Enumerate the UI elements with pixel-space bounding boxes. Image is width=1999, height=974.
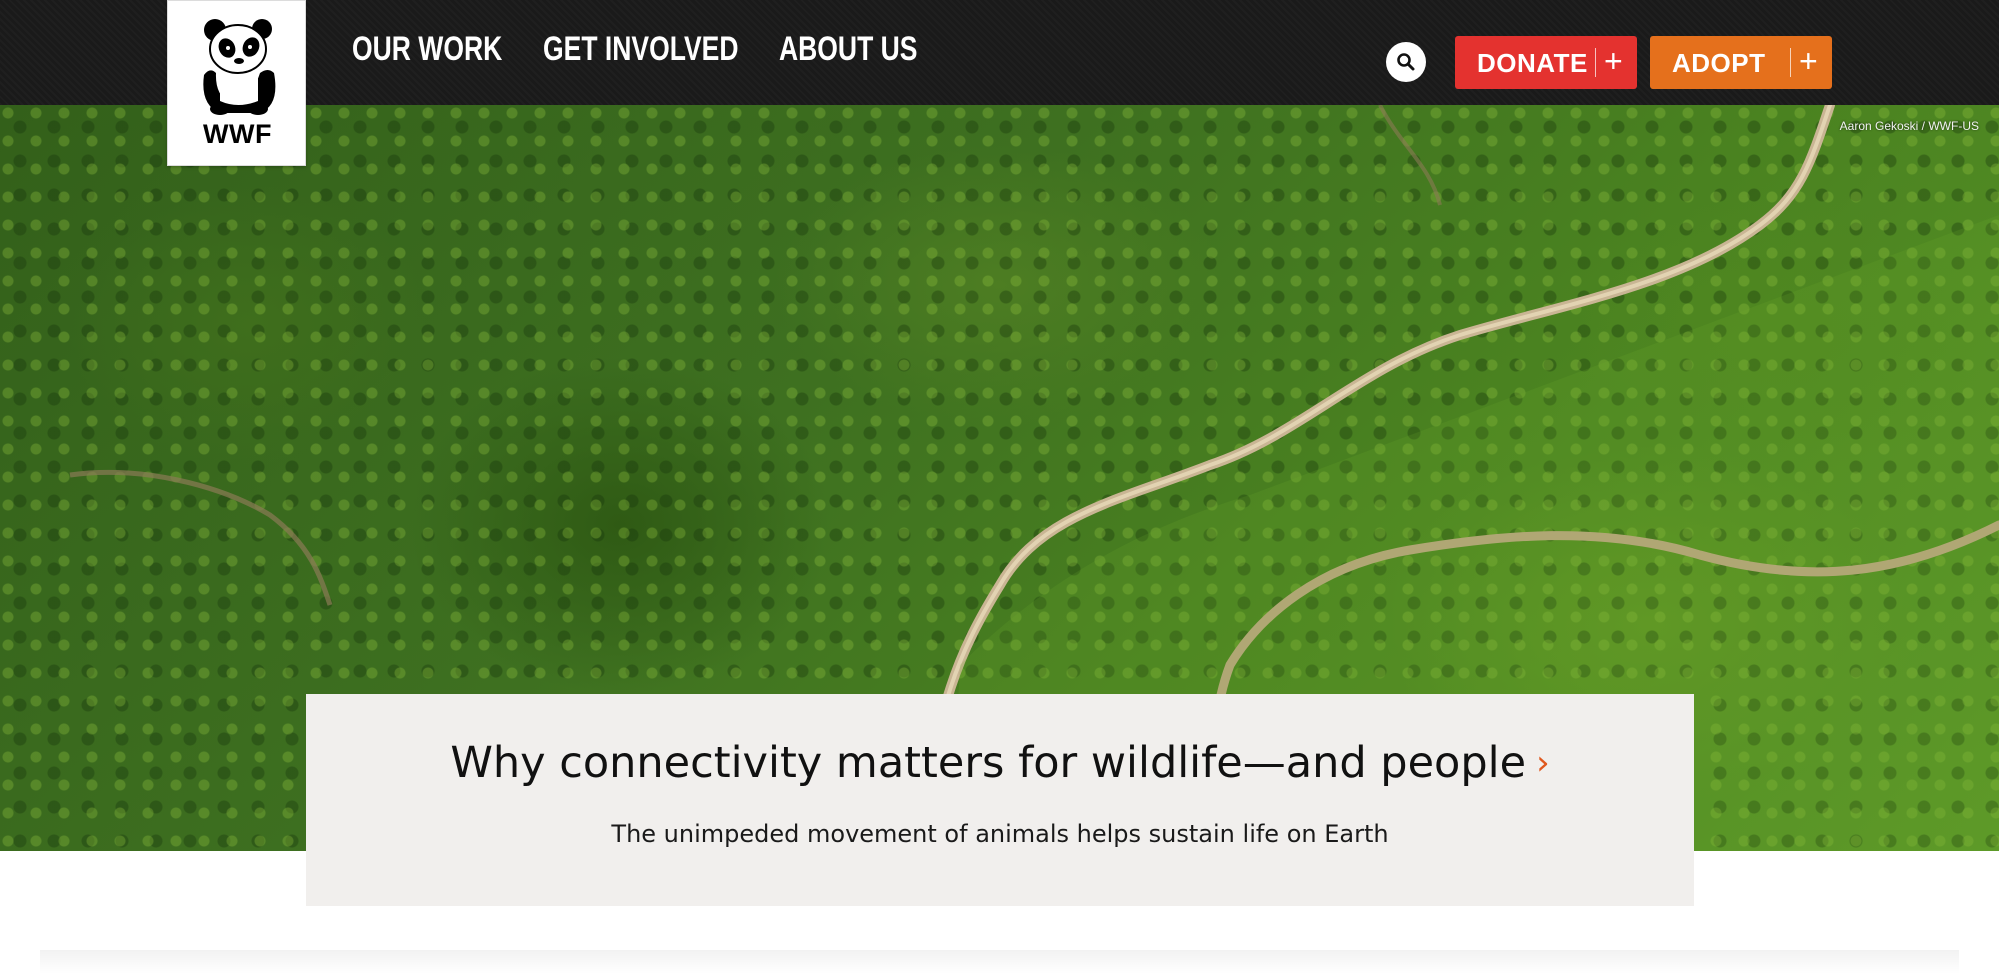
logo-text: WWF: [203, 119, 272, 149]
plus-icon: +: [1604, 43, 1623, 79]
feature-subtitle: The unimpeded movement of animals helps …: [611, 820, 1389, 848]
donate-label: DONATE: [1477, 48, 1588, 78]
nav-our-work[interactable]: OUR WORK: [352, 30, 502, 69]
nav-about-us[interactable]: ABOUT US: [779, 30, 917, 69]
panda-icon: [203, 19, 276, 115]
photo-credit: Aaron Gekoski / WWF-US: [1839, 119, 1979, 133]
feature-headline: Why connectivity matters for wildlife—an…: [450, 738, 1527, 788]
adopt-divider: [1790, 48, 1791, 77]
wwf-logo[interactable]: WWF: [167, 0, 306, 166]
feature-headline-link[interactable]: Why connectivity matters for wildlife—an…: [306, 738, 1694, 788]
nav-get-involved[interactable]: GET INVOLVED: [543, 30, 738, 69]
adopt-button[interactable]: ADOPT +: [1650, 36, 1832, 89]
feature-card: Why connectivity matters for wildlife—an…: [306, 694, 1694, 906]
donate-divider: [1595, 48, 1596, 77]
content-divider: [40, 950, 1959, 974]
chevron-right-icon: ›: [1536, 743, 1550, 783]
search-button[interactable]: [1386, 42, 1426, 82]
search-icon: [1397, 53, 1415, 71]
plus-icon: +: [1799, 43, 1818, 79]
donate-button[interactable]: DONATE +: [1455, 36, 1637, 89]
adopt-label: ADOPT: [1672, 48, 1766, 78]
